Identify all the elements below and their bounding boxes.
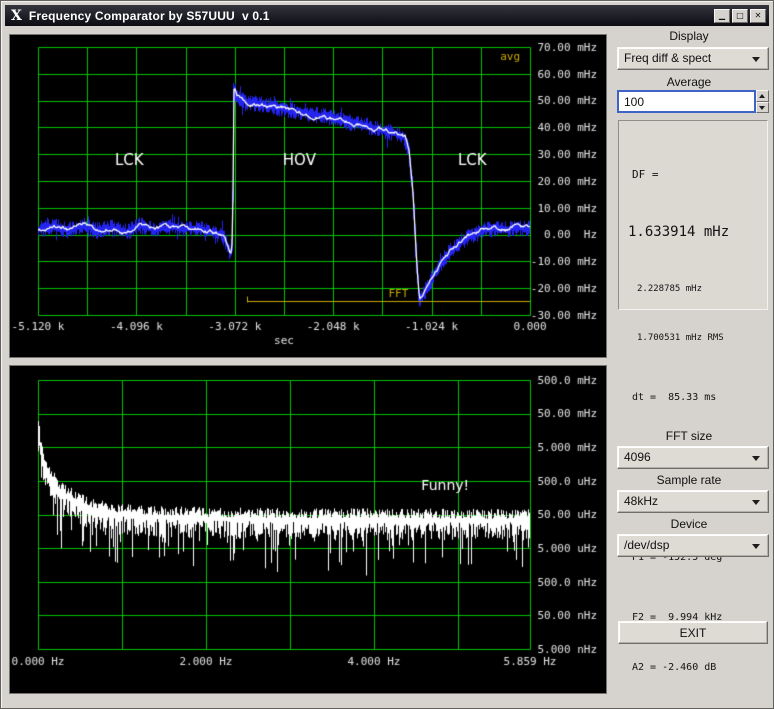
dt-value: dt = 85.33 ms	[632, 392, 717, 403]
x11-logo-icon: X	[11, 7, 22, 24]
average-input[interactable]	[617, 90, 756, 113]
freq-diff-plot	[10, 35, 606, 357]
freq-diff-panel	[9, 34, 607, 358]
display-select[interactable]: Freq diff & spect	[617, 47, 769, 70]
chevron-down-icon	[752, 456, 760, 461]
device-label: Device	[670, 517, 708, 531]
df-rms-value: 1.700531 mHz RMS	[637, 333, 724, 343]
arrow-down-icon	[759, 105, 765, 110]
average-decrement-button[interactable]	[756, 101, 769, 113]
display-select-value: Freq diff & spect	[624, 51, 712, 65]
close-button[interactable]: ✕	[750, 8, 766, 23]
df-label: DF =	[632, 168, 659, 181]
arrow-up-icon	[759, 94, 765, 98]
average-spin-buttons	[756, 90, 769, 113]
maximize-icon: □	[736, 10, 744, 20]
display-label: Display	[669, 29, 709, 43]
exit-button[interactable]: EXIT	[618, 621, 768, 644]
chevron-down-icon	[752, 544, 760, 549]
app-window: X Frequency Comparator by S57UUU v 0.1 ▁…	[0, 0, 774, 709]
sample-rate-select-value: 48kHz	[624, 494, 659, 508]
spectrum-panel	[9, 365, 607, 694]
device-select[interactable]: /dev/dsp	[617, 534, 769, 557]
sample-rate-label: Sample rate	[656, 473, 722, 487]
device-select-value: /dev/dsp	[624, 538, 670, 552]
measurement-readout: DF = 1.633914 mHz 2.228785 mHz 1.700531 …	[618, 120, 768, 673]
df-avg-value: 2.228785 mHz	[637, 284, 703, 294]
chevron-down-icon	[752, 500, 760, 505]
spectrum-plot	[10, 366, 606, 693]
df-value: 1.633914 mHz	[628, 224, 730, 240]
average-label: Average	[666, 75, 712, 89]
sample-rate-select[interactable]: 48kHz	[617, 490, 769, 513]
chevron-down-icon	[752, 57, 760, 62]
window-title: Frequency Comparator by S57UUU v 0.1	[28, 8, 270, 23]
maximize-button[interactable]: □	[732, 8, 748, 23]
titlebar[interactable]: X Frequency Comparator by S57UUU v 0.1 ▁…	[5, 5, 769, 26]
window-controls: ▁ □ ✕	[714, 8, 766, 23]
average-increment-button[interactable]	[756, 90, 769, 102]
fft-size-select[interactable]: 4096	[617, 446, 769, 469]
close-icon: ✕	[754, 10, 762, 20]
fft-size-label: FFT size	[665, 429, 713, 443]
minimize-icon: ▁	[718, 10, 726, 20]
fft-size-select-value: 4096	[624, 450, 651, 464]
average-stepper	[617, 90, 769, 113]
minimize-button[interactable]: ▁	[714, 8, 730, 23]
a2-value: A2 = -2.460 dB	[632, 662, 717, 673]
